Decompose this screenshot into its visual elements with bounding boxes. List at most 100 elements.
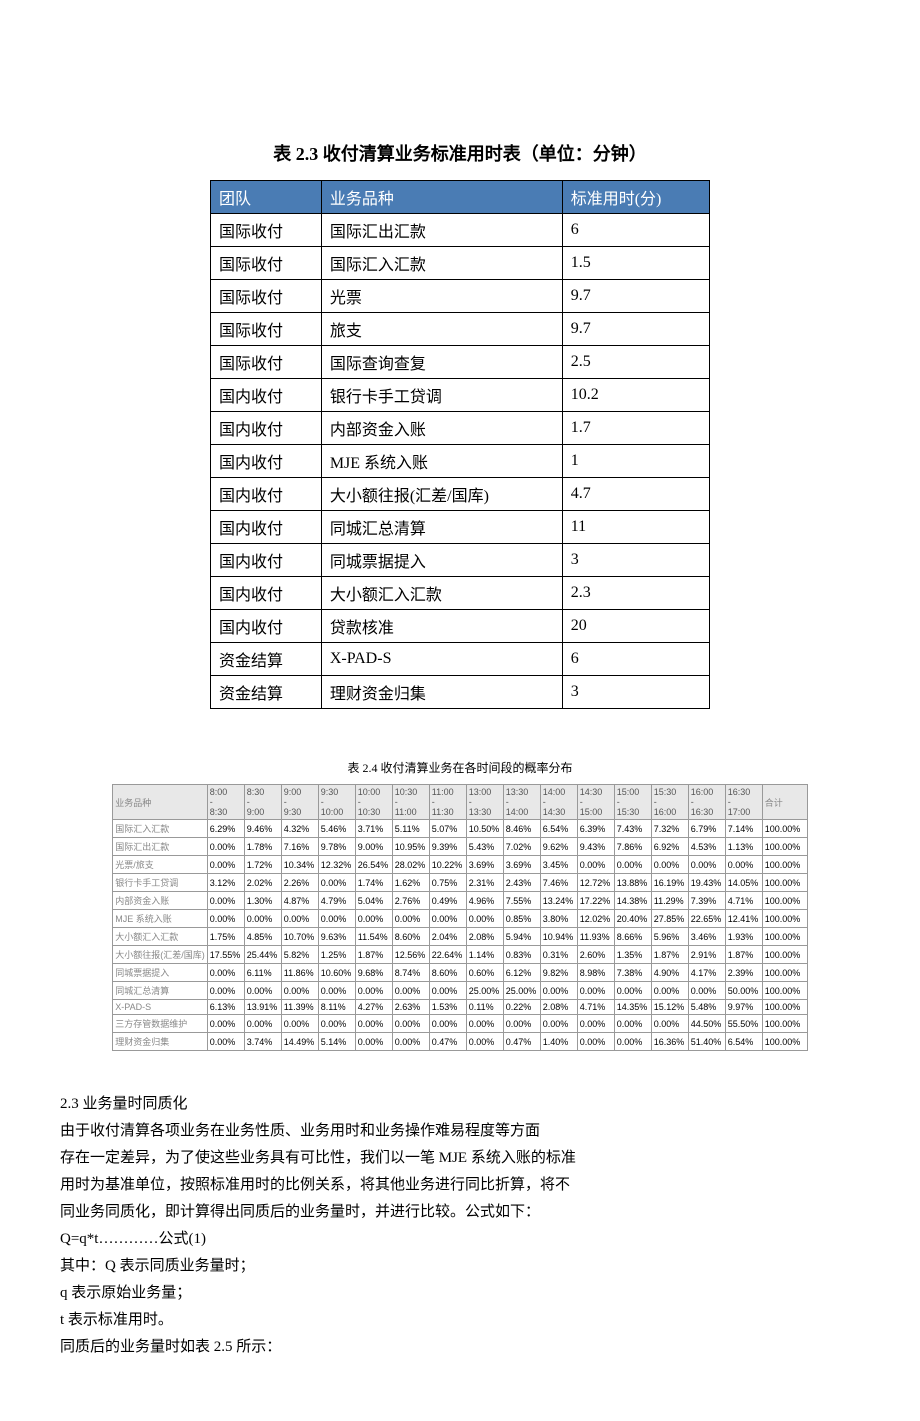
table23-cell: MJE 系统入账 [321, 445, 562, 478]
table24-timeheader-bot: 13:30 [469, 807, 501, 817]
table24-cell: 44.50% [688, 1015, 725, 1033]
table24-cell: 8.74% [392, 964, 429, 982]
table23-cell: 6 [562, 214, 709, 247]
table24-rowlabel: 大小额往报(汇差/国库) [113, 946, 208, 964]
table24-cell: 0.60% [466, 964, 503, 982]
table24-cell: 0.00% [207, 838, 244, 856]
table23-row: 国内收付银行卡手工贷调10.2 [211, 379, 710, 412]
table24-cell: 27.85% [651, 910, 688, 928]
table24-timeheader: 13:00-13:30 [466, 785, 503, 820]
table24-cell: 16.19% [651, 874, 688, 892]
table24-cell: 7.38% [614, 964, 651, 982]
table24-cell: 2.04% [429, 928, 466, 946]
table24-row: 同城票据提入0.00%6.11%11.86%10.60%9.68%8.74%8.… [113, 964, 808, 982]
para-line: 用时为基准单位，按照标准用时的比例关系，将其他业务进行同比折算，将不 [60, 1172, 860, 1199]
table24-cell: 19.43% [688, 874, 725, 892]
table24-timeheader: 13:30-14:00 [503, 785, 540, 820]
table24-timeheader-top: 14:30 [580, 787, 612, 797]
table24-cell: 0.00% [392, 1033, 429, 1051]
table24-cell: 0.00% [577, 1033, 614, 1051]
table24-cell: 3.69% [503, 856, 540, 874]
table24-sumcell: 100.00% [762, 1033, 807, 1051]
table24-cell: 0.85% [503, 910, 540, 928]
table24-timeheader-bot: 9:30 [284, 807, 316, 817]
table24-cell: 10.22% [429, 856, 466, 874]
table24-cell: 2.08% [466, 928, 503, 946]
table24-cell: 9.00% [355, 838, 392, 856]
table23-cell: 2.5 [562, 346, 709, 379]
table24-timeheader-dash: - [506, 797, 538, 807]
table23-cell: 国际收付 [211, 346, 322, 379]
table24-cell: 3.74% [244, 1033, 281, 1051]
table24-sumcell: 100.00% [762, 856, 807, 874]
table24-cell: 13.24% [540, 892, 577, 910]
document-page: 表 2.3 收付清算业务标准用时表（单位：分钟） 团队 业务品种 标准用时(分)… [0, 0, 920, 1421]
table24-cell: 0.00% [614, 1033, 651, 1051]
table24-cell: 7.02% [503, 838, 540, 856]
table24-cell: 7.16% [281, 838, 318, 856]
table24-cell: 9.63% [318, 928, 355, 946]
table23-row: 国际收付旅支9.7 [211, 313, 710, 346]
table23-row: 国际收付国际查询查复2.5 [211, 346, 710, 379]
table24-timeheader-dash: - [469, 797, 501, 807]
table24-timeheader-top: 10:00 [358, 787, 390, 797]
table24-cell: 0.00% [355, 982, 392, 1000]
table23-cell: 1 [562, 445, 709, 478]
table24-row: 三方存管数据维护0.00%0.00%0.00%0.00%0.00%0.00%0.… [113, 1015, 808, 1033]
table24-cell: 1.53% [429, 1000, 466, 1015]
table23-cell: 国内收付 [211, 478, 322, 511]
table24-timeheader-bot: 11:00 [395, 807, 427, 817]
table23-row: 国内收付同城汇总清算11 [211, 511, 710, 544]
table24-cell: 10.94% [540, 928, 577, 946]
table24-row: 大小额往报(汇差/国库)17.55%25.44%5.82%1.25%1.87%1… [113, 946, 808, 964]
table23-cell: 国际收付 [211, 280, 322, 313]
table24-cell: 12.32% [318, 856, 355, 874]
table24-timeheader-top: 14:00 [543, 787, 575, 797]
table24-timeheader: 9:00-9:30 [281, 785, 318, 820]
table23-cell: 1.5 [562, 247, 709, 280]
table24-cell: 0.00% [207, 964, 244, 982]
table24-cell: 5.82% [281, 946, 318, 964]
table24-cell: 6.92% [651, 838, 688, 856]
table23-cell: 11 [562, 511, 709, 544]
table24-cell: 0.00% [244, 910, 281, 928]
table24-timeheader-bot: 9:00 [247, 807, 279, 817]
table24-cell: 14.49% [281, 1033, 318, 1051]
table24-cell: 0.00% [688, 982, 725, 1000]
table24-cell: 2.02% [244, 874, 281, 892]
table24-rowlabel: 国际汇入汇款 [113, 820, 208, 838]
table24-cell: 0.00% [392, 982, 429, 1000]
table24-rowlabel: 同城票据提入 [113, 964, 208, 982]
table24-cell: 25.44% [244, 946, 281, 964]
table24-cell: 0.00% [355, 1015, 392, 1033]
table24-cell: 9.82% [540, 964, 577, 982]
table24-timeheader-dash: - [691, 797, 723, 807]
table24-cell: 0.47% [503, 1033, 540, 1051]
table24-cell: 3.45% [540, 856, 577, 874]
table24-timeheader-dash: - [395, 797, 427, 807]
table24-cell: 4.17% [688, 964, 725, 982]
table24-cell: 4.32% [281, 820, 318, 838]
table24-sumheader: 合计 [762, 785, 807, 820]
table23-row: 国内收付大小额往报(汇差/国库)4.7 [211, 478, 710, 511]
body-text: 2.3 业务量时同质化 由于收付清算各项业务在业务性质、业务用时和业务操作难易程… [60, 1091, 860, 1361]
table24-timeheader: 15:30-16:00 [651, 785, 688, 820]
table23-cell: 大小额往报(汇差/国库) [321, 478, 562, 511]
table24-cell: 6.79% [688, 820, 725, 838]
table24-cell: 5.04% [355, 892, 392, 910]
table24-cell: 0.00% [540, 982, 577, 1000]
table24-cell: 8.60% [392, 928, 429, 946]
table24-cell: 2.31% [466, 874, 503, 892]
table24-cell: 6.54% [725, 1033, 762, 1051]
table23-cell: 国内收付 [211, 610, 322, 643]
para-line: 存在一定差异，为了使这些业务具有可比性，我们以一笔 MJE 系统入账的标准 [60, 1145, 860, 1172]
table24-cell: 2.08% [540, 1000, 577, 1015]
table24-cell: 15.12% [651, 1000, 688, 1015]
table23-cell: 银行卡手工贷调 [321, 379, 562, 412]
table24-cell: 0.00% [318, 910, 355, 928]
table23-cell: 大小额汇入汇款 [321, 577, 562, 610]
table23-cell: 国际收付 [211, 214, 322, 247]
table24-cell: 0.00% [355, 1033, 392, 1051]
table24-timeheader-dash: - [284, 797, 316, 807]
table24-cell: 0.00% [651, 1015, 688, 1033]
